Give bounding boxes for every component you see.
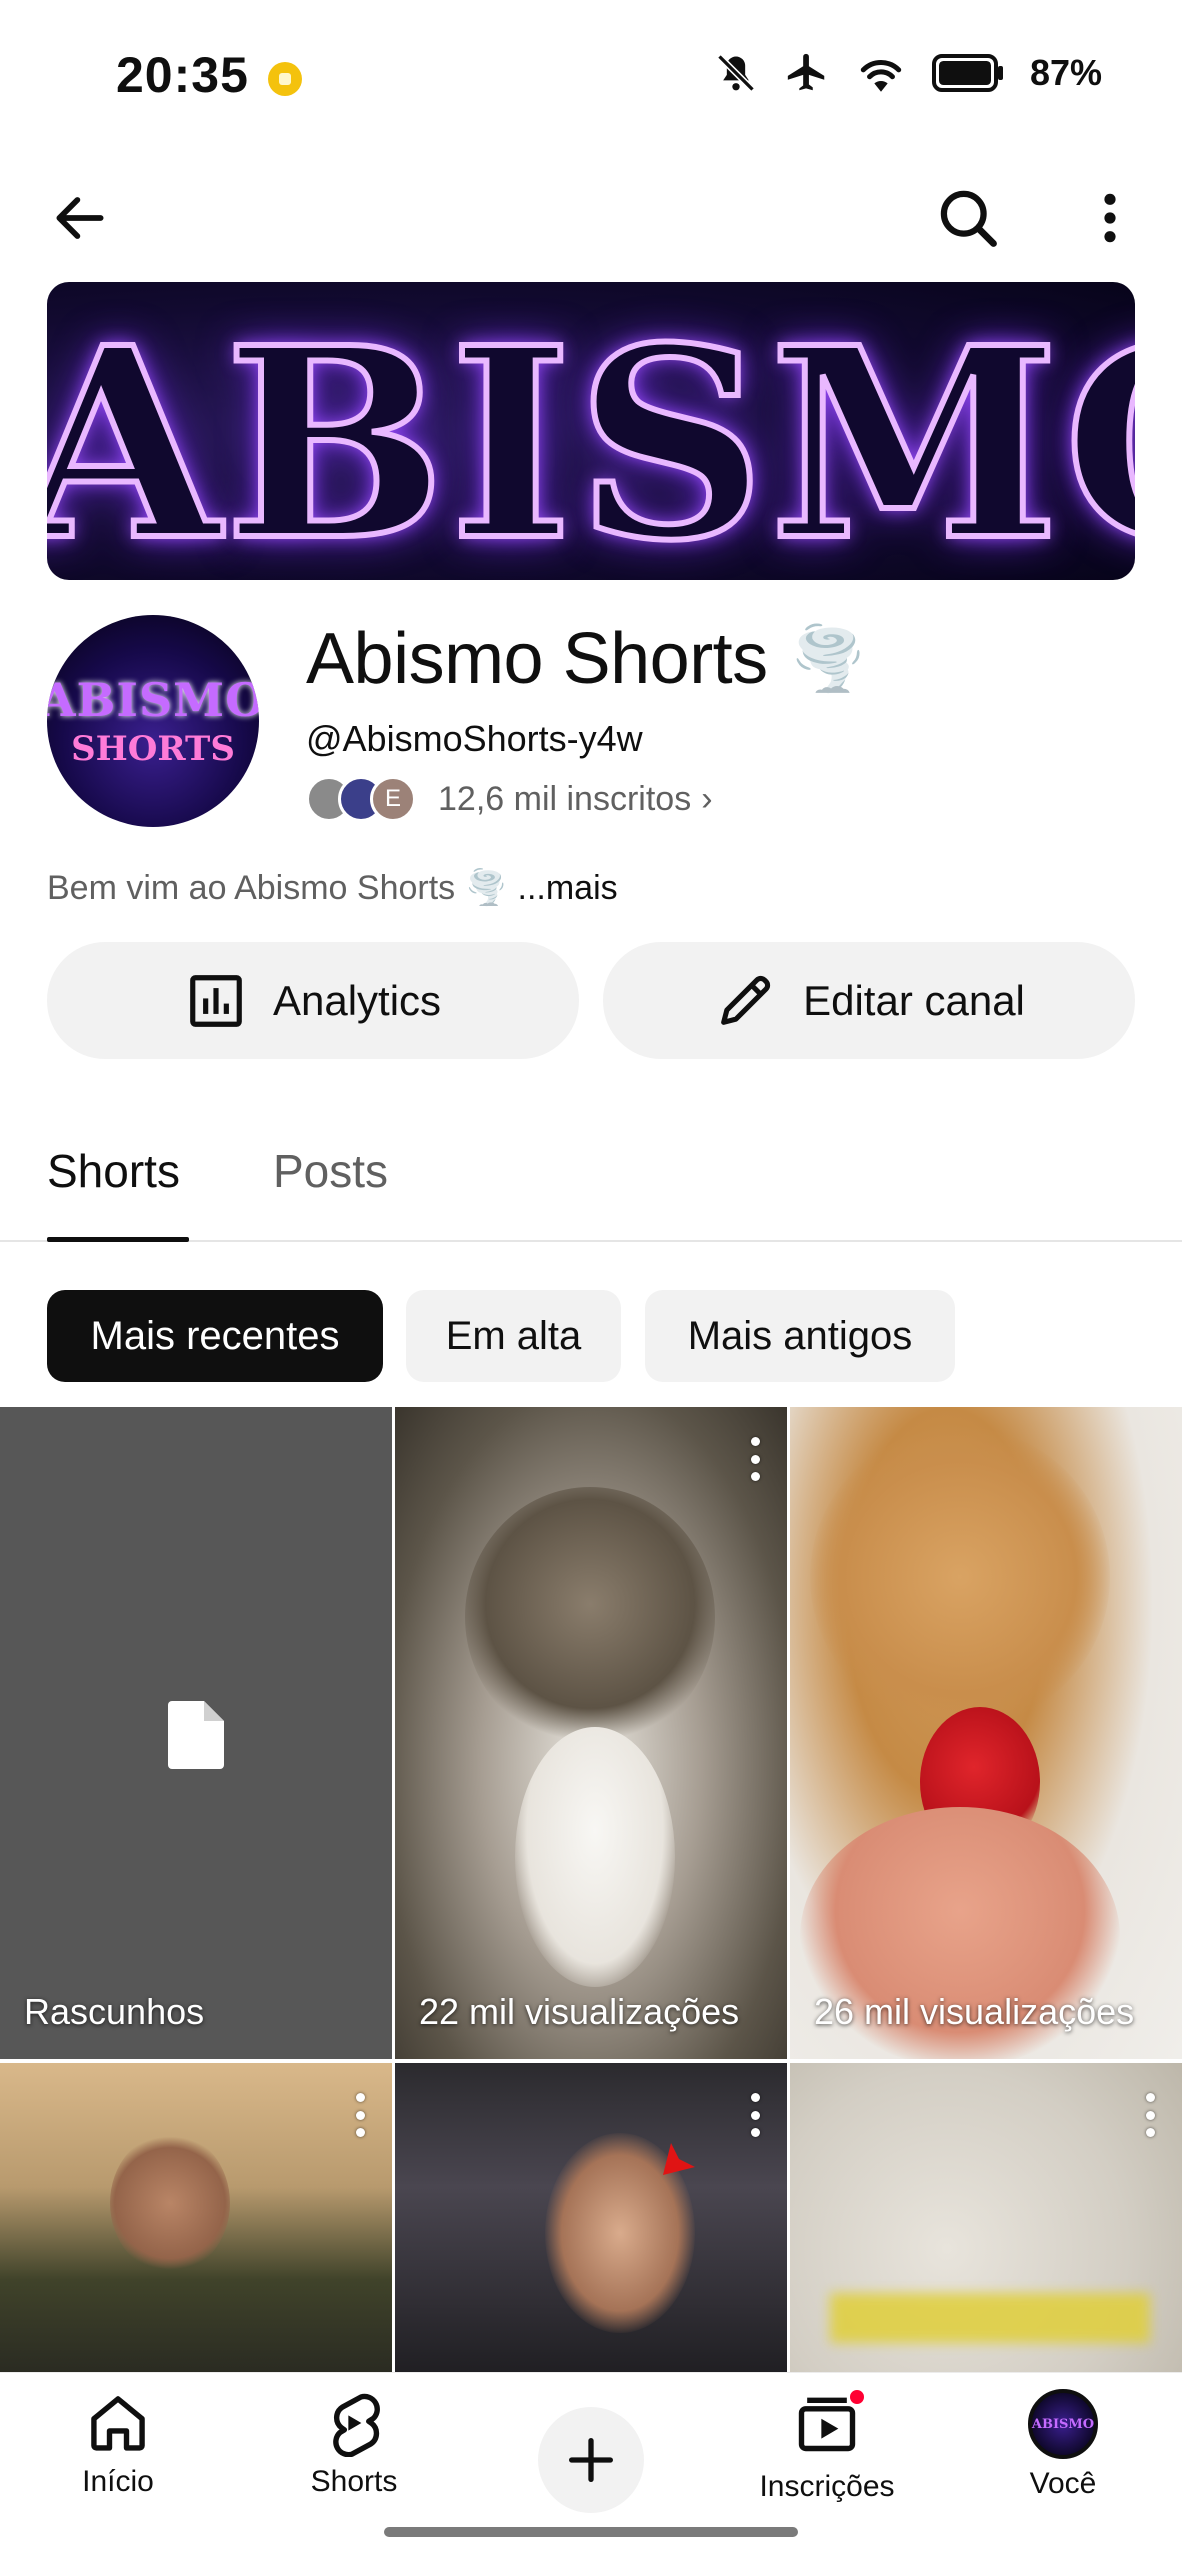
- more-vertical-icon: [1104, 193, 1116, 243]
- nav-shorts-label: Shorts: [310, 2465, 398, 2498]
- banner-logo-text: ABISMO: [47, 287, 1135, 580]
- status-time: 20:35: [116, 47, 249, 103]
- tab-shorts[interactable]: Shorts: [47, 1144, 180, 1198]
- short-thumbnail[interactable]: 26 mil visualizações: [790, 1407, 1182, 2059]
- description-text: Bem vim ao Abismo Shorts: [47, 868, 456, 907]
- tornado-emoji: 🌪️: [789, 624, 867, 694]
- more-vertical-icon[interactable]: [354, 2093, 366, 2137]
- pencil-icon: [721, 975, 771, 1025]
- active-tab-indicator: [47, 1237, 189, 1242]
- channel-description[interactable]: Bem vim ao Abismo Shorts 🌪️ ...mais: [47, 868, 618, 908]
- top-app-bar: [0, 160, 1182, 270]
- channel-handle: @AbismoShorts-y4w: [306, 718, 643, 759]
- shorts-icon: [333, 2393, 380, 2457]
- you-avatar-text: ABISMO: [1031, 2416, 1095, 2432]
- view-count: 26 mil visualizações: [814, 1991, 1135, 2032]
- nav-you[interactable]: ABISMO Você: [973, 2389, 1153, 2501]
- channel-name: Abismo Shorts 🌪️: [306, 618, 867, 700]
- nav-subscriptions[interactable]: Inscrições: [737, 2387, 917, 2504]
- drafts-label: Rascunhos: [24, 1991, 205, 2032]
- chevron-right-icon: ›: [701, 779, 713, 818]
- nav-shorts[interactable]: Shorts: [264, 2389, 444, 2499]
- channel-name-text: Abismo Shorts: [306, 619, 768, 699]
- blurred-caption: [830, 2293, 1150, 2343]
- home-indicator[interactable]: [384, 2527, 798, 2537]
- more-vertical-icon[interactable]: [1144, 2093, 1156, 2137]
- arrow-left-icon: [56, 197, 104, 239]
- edit-channel-button[interactable]: Editar canal: [603, 942, 1135, 1059]
- thumbnail-image: [110, 2133, 230, 2273]
- subscribers-row[interactable]: E 12,6 mil inscritos ›: [306, 776, 713, 822]
- thumbnail-image: [810, 1427, 1110, 1727]
- notification-dot: [847, 2387, 867, 2407]
- more-options-button[interactable]: [1070, 178, 1150, 258]
- channel-avatar[interactable]: ABISMO SHORTS: [47, 615, 259, 827]
- tornado-emoji: 🌪️: [465, 869, 508, 907]
- analytics-icon: [190, 974, 242, 1027]
- notification-app-icon: [268, 62, 302, 96]
- nav-home[interactable]: Início: [28, 2389, 208, 2499]
- short-thumbnail[interactable]: [395, 2063, 787, 2373]
- short-thumbnail[interactable]: 22 mil visualizações: [395, 1407, 787, 2059]
- avatar-icon: ABISMO: [1028, 2389, 1098, 2459]
- battery-icon: [931, 54, 1003, 92]
- chip-most-recent[interactable]: Mais recentes: [47, 1290, 383, 1382]
- subscriber-avatar: E: [370, 776, 416, 822]
- wifi-icon: [860, 60, 902, 92]
- document-icon: [168, 1701, 224, 1769]
- battery-percentage: 87%: [1029, 52, 1102, 93]
- tab-posts[interactable]: Posts: [273, 1144, 388, 1198]
- subscriber-count: 12,6 mil inscritos: [438, 779, 692, 818]
- subscriber-avatars: E: [306, 776, 416, 822]
- analytics-label: Analytics: [272, 976, 442, 1024]
- more-vertical-icon[interactable]: [749, 2093, 761, 2137]
- channel-tabs: Shorts Posts: [0, 1100, 1182, 1242]
- create-button[interactable]: [538, 2407, 644, 2513]
- analytics-button[interactable]: Analytics: [47, 942, 579, 1059]
- nav-home-label: Início: [82, 2465, 154, 2498]
- search-button[interactable]: [928, 178, 1008, 258]
- channel-banner: ABISMO: [47, 282, 1135, 580]
- chip-oldest[interactable]: Mais antigos: [645, 1290, 955, 1382]
- back-button[interactable]: [40, 178, 120, 258]
- edit-channel-label: Editar canal: [803, 976, 1025, 1024]
- red-arrow-icon: [663, 2111, 727, 2175]
- view-count: 22 mil visualizações: [419, 1991, 740, 2032]
- drafts-tile[interactable]: Rascunhos: [0, 1407, 392, 2059]
- thumbnail-image: [515, 1727, 675, 1987]
- nav-subscriptions-label: Inscrições: [759, 2470, 895, 2503]
- status-icons: 87%: [714, 50, 1102, 96]
- plus-icon: [569, 2438, 613, 2482]
- search-icon: [940, 190, 997, 247]
- short-thumbnail[interactable]: [0, 2063, 392, 2373]
- bell-off-icon: [717, 54, 755, 92]
- short-thumbnail[interactable]: [790, 2063, 1182, 2373]
- thumbnail-image: [465, 1487, 715, 1747]
- more-vertical-icon[interactable]: [749, 1437, 761, 1481]
- airplane-mode-icon: [787, 53, 825, 91]
- chip-trending[interactable]: Em alta: [406, 1290, 621, 1382]
- avatar-text-line2: SHORTS: [71, 729, 235, 769]
- nav-you-label: Você: [1029, 2467, 1097, 2500]
- home-icon: [91, 2396, 145, 2451]
- description-more-link[interactable]: ...mais: [518, 869, 618, 908]
- avatar-text-line1: ABISMO: [47, 673, 259, 727]
- status-bar: 20:35 87%: [0, 0, 1182, 150]
